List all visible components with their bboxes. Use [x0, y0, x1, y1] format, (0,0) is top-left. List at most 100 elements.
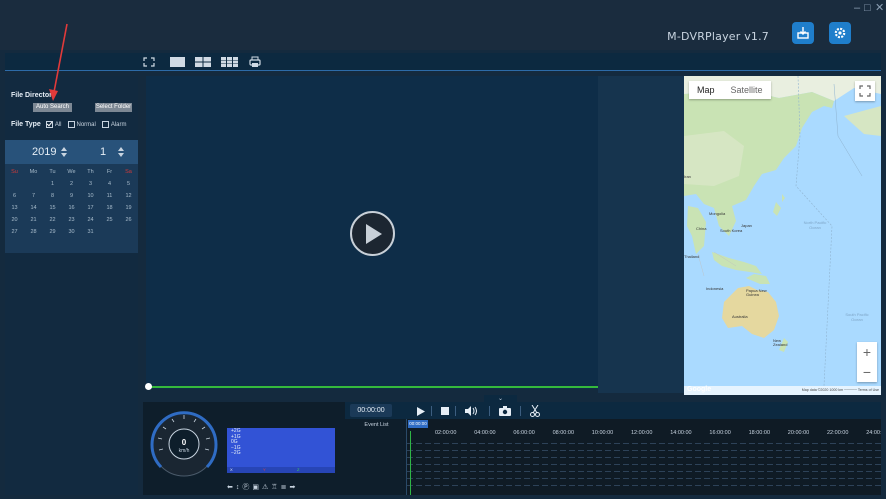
settings-button[interactable]	[829, 22, 851, 44]
volume-icon[interactable]	[465, 406, 477, 416]
calendar-weekday: Tu	[49, 169, 56, 175]
checkbox-normal[interactable]	[67, 121, 75, 128]
fullscreen-icon[interactable]	[143, 57, 155, 67]
calendar-day[interactable]: 25	[100, 216, 119, 224]
calendar-day[interactable]: 15	[43, 204, 62, 212]
timeline-tick: 14:00:00	[670, 430, 692, 436]
calendar-day[interactable]: 9	[62, 192, 81, 200]
scissors-icon[interactable]	[530, 405, 540, 417]
print-icon[interactable]	[249, 56, 261, 68]
control-divider	[431, 406, 432, 416]
calendar-day[interactable]: 27	[5, 228, 24, 236]
year-spinner[interactable]	[61, 147, 67, 157]
play-small-icon[interactable]	[417, 407, 425, 416]
calendar-day[interactable]: 4	[100, 180, 119, 188]
app-window: – □ ✕ M-DVRPlayer v1.7 File Directory Au…	[0, 0, 886, 499]
checkbox-all[interactable]	[45, 121, 53, 128]
calendar-day[interactable]: 11	[100, 192, 119, 200]
layout-4-icon[interactable]	[195, 57, 211, 67]
calendar-day[interactable]: 13	[5, 204, 24, 212]
right-turn-icon: ➡	[289, 484, 296, 491]
timeline-cursor[interactable]: 00:00:00	[408, 420, 428, 428]
speed-unit: km/h	[178, 448, 190, 454]
timeline-tick: 22:00:00	[827, 430, 849, 436]
calendar-day[interactable]: 7	[24, 192, 43, 200]
calendar-day[interactable]: 6	[5, 192, 24, 200]
export-button[interactable]	[792, 22, 814, 44]
zoom-in-button[interactable]: +	[857, 342, 877, 362]
status-icon-row: ⬅ ↕ Ⓟ ▣ ⚠ ♖ ≣ ➡	[227, 484, 295, 492]
calendar-day[interactable]: 20	[5, 216, 24, 224]
stop-icon[interactable]	[441, 407, 449, 415]
tab-map[interactable]: Map	[689, 81, 723, 99]
map-panel[interactable]: Map Satellite Iran Mongolia China Japan …	[684, 76, 881, 395]
calendar-day[interactable]: 29	[43, 228, 62, 236]
calendar-day[interactable]: 26	[119, 216, 138, 224]
calendar-day[interactable]: 24	[81, 216, 100, 224]
calendar-day[interactable]: 18	[100, 204, 119, 212]
calendar-weekday: Sa	[125, 169, 132, 175]
timeline-tick: 08:00:00	[552, 430, 575, 436]
timeline-tick: 04:00:00	[474, 430, 496, 436]
calendar-weekday: We	[67, 169, 76, 175]
calendar-day[interactable]: 8	[43, 192, 62, 200]
zoom-out-button[interactable]: −	[857, 362, 877, 382]
timeline[interactable]: 00:00:00 02:00:00 04:00:00 06:00:00 08:00:0…	[407, 419, 881, 495]
axis-y-label: Y	[263, 467, 266, 472]
export-icon	[797, 27, 809, 39]
calendar-day[interactable]: 5	[119, 180, 138, 188]
timeline-tick: 06:00:00	[513, 430, 535, 436]
map-fullscreen-button[interactable]	[855, 81, 875, 101]
brake-icon: ♖	[271, 484, 278, 491]
sidebar: File Directory Auto Search Select Folder…	[5, 76, 138, 495]
calendar-day[interactable]: 31	[81, 228, 100, 236]
map-label-china: China	[696, 226, 707, 231]
timeline-ticks: 02:00:00 04:00:00 06:00:00 08:00:00 10:00:00…	[407, 430, 881, 438]
calendar-day[interactable]: 21	[24, 216, 43, 224]
playback-control-bar	[345, 402, 881, 419]
calendar-day[interactable]: 14	[24, 204, 43, 212]
timeline-position-line	[410, 431, 411, 495]
calendar-day[interactable]: 10	[81, 192, 100, 200]
headlight-icon: ▣	[252, 484, 259, 491]
map-canvas	[684, 76, 881, 395]
event-list[interactable]: Event List	[346, 419, 407, 495]
calendar-day[interactable]: 30	[62, 228, 81, 236]
calendar-day[interactable]: 16	[62, 204, 81, 212]
calendar-day[interactable]: 23	[62, 216, 81, 224]
camera-icon[interactable]	[499, 406, 511, 416]
timeline-tick: 02:00:00	[435, 430, 457, 436]
g-axis-legend: X Y Z	[227, 467, 335, 473]
minimize-button[interactable]: –	[854, 2, 860, 14]
calendar-day[interactable]: 3	[81, 180, 100, 188]
title-bar: – □ ✕ M-DVRPlayer v1.7	[0, 0, 886, 50]
maximize-button[interactable]: □	[864, 2, 871, 14]
layout-9-icon[interactable]	[221, 57, 238, 67]
progress-handle[interactable]	[145, 383, 152, 390]
google-logo: Google	[687, 386, 712, 393]
timeline-track	[407, 443, 881, 444]
year-value: 2019	[32, 146, 57, 158]
video-progress-bar[interactable]	[146, 386, 598, 388]
calendar-day[interactable]: 2	[62, 180, 81, 188]
layout-1-icon[interactable]	[170, 57, 185, 67]
month-spinner[interactable]	[118, 147, 124, 157]
calendar-day[interactable]: 22	[43, 216, 62, 224]
map-type-tabs: Map Satellite	[689, 81, 771, 99]
calendar-day[interactable]: 17	[81, 204, 100, 212]
calendar-weekday: Su	[11, 169, 18, 175]
close-button[interactable]: ✕	[875, 2, 884, 14]
tab-satellite[interactable]: Satellite	[723, 81, 771, 99]
play-button[interactable]	[350, 211, 395, 256]
map-label-new-zealand: New Zealand	[773, 338, 788, 347]
checkbox-alarm[interactable]	[101, 121, 109, 128]
select-folder-button[interactable]: Select Folder	[95, 103, 132, 112]
calendar-day[interactable]: 28	[24, 228, 43, 236]
timeline-tick: 24:00:0	[866, 430, 881, 436]
auto-search-button[interactable]: Auto Search	[33, 103, 72, 112]
calendar-day[interactable]: 19	[119, 204, 138, 212]
calendar-day[interactable]: 12	[119, 192, 138, 200]
map-label-australia: Australia	[732, 314, 748, 319]
calendar-day[interactable]: 1	[43, 180, 62, 188]
map-label-japan: Japan	[741, 223, 752, 228]
